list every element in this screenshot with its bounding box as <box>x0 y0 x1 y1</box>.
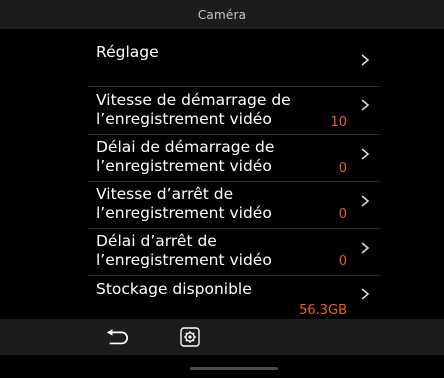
settings-item-start-delay[interactable]: Délai de démarrage de l’enregistrement v… <box>0 135 444 182</box>
system-nav-bar <box>0 355 444 378</box>
settings-item-label: Délai de démarrage de l’enregistrement v… <box>96 138 275 175</box>
home-indicator[interactable] <box>190 367 278 370</box>
settings-item-value: 10 <box>330 115 347 130</box>
settings-item-reglage[interactable]: Réglage <box>0 29 444 87</box>
settings-item-storage[interactable]: Stockage disponible 56.3GB <box>0 276 444 319</box>
bottom-toolbar <box>0 319 444 355</box>
chevron-right-icon <box>358 53 372 67</box>
settings-item-value: 0 <box>338 161 347 176</box>
title-bar: Caméra <box>0 0 444 29</box>
settings-item-stop-delay[interactable]: Délai d’arrêt de l’enregistrement vidéo … <box>0 229 444 276</box>
settings-item-label: Réglage <box>96 43 159 61</box>
chevron-right-icon <box>358 287 372 301</box>
settings-item-label: Vitesse d’arrêt de l’enregistrement vidé… <box>96 185 272 222</box>
chevron-right-icon <box>358 194 372 208</box>
back-button[interactable] <box>106 325 130 349</box>
settings-item-start-speed[interactable]: Vitesse de démarrage de l’enregistrement… <box>0 87 444 135</box>
page-title: Caméra <box>197 7 247 22</box>
settings-item-label: Stockage disponible <box>96 280 252 298</box>
settings-gear-icon <box>180 327 200 347</box>
settings-button[interactable] <box>178 325 202 349</box>
settings-item-value: 0 <box>338 254 347 269</box>
chevron-right-icon <box>358 241 372 255</box>
settings-item-value: 0 <box>338 207 347 222</box>
settings-item-stop-speed[interactable]: Vitesse d’arrêt de l’enregistrement vidé… <box>0 182 444 229</box>
settings-item-label: Délai d’arrêt de l’enregistrement vidéo <box>96 232 272 269</box>
chevron-right-icon <box>358 147 372 161</box>
settings-item-label: Vitesse de démarrage de l’enregistrement… <box>96 91 291 128</box>
settings-list: Réglage Vitesse de démarrage de l’enregi… <box>0 29 444 319</box>
back-arrow-icon <box>106 329 128 345</box>
chevron-right-icon <box>358 98 372 112</box>
settings-item-value: 56.3GB <box>299 303 347 318</box>
